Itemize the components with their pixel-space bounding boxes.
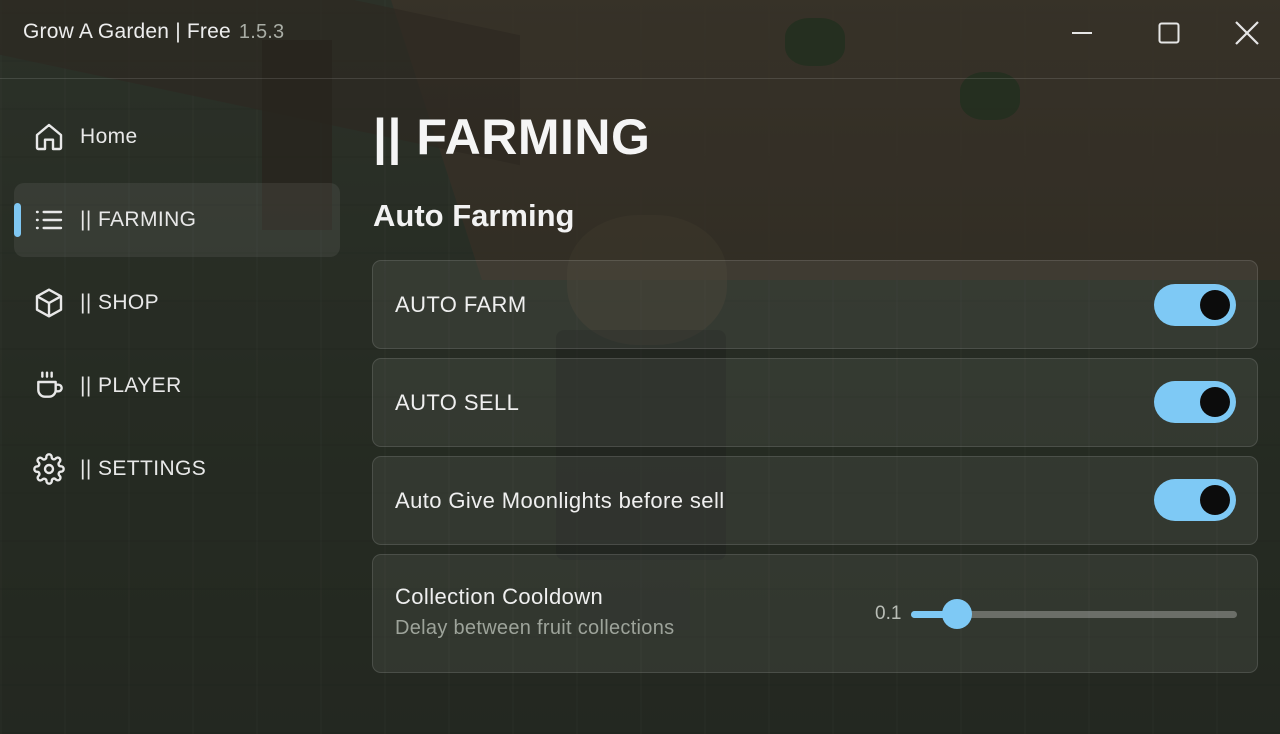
- slider-row-collection-cooldown: Collection Cooldown Delay between fruit …: [372, 554, 1258, 673]
- sidebar-item-farming[interactable]: || FARMING: [14, 183, 340, 257]
- sidebar-item-player[interactable]: || PLAYER: [14, 349, 340, 423]
- toggle-knob: [1200, 387, 1230, 417]
- cube-icon: [32, 286, 66, 320]
- gear-icon: [32, 452, 66, 486]
- toggle-row-auto-give-moonlights: Auto Give Moonlights before sell: [372, 456, 1258, 545]
- minimize-button[interactable]: [1065, 16, 1099, 50]
- sidebar-item-home[interactable]: Home: [14, 100, 340, 174]
- maximize-icon: [1158, 22, 1180, 44]
- app-version: 1.5.3: [238, 21, 285, 43]
- slider-label: Collection Cooldown: [395, 584, 604, 609]
- close-button[interactable]: [1230, 16, 1264, 50]
- close-icon: [1235, 21, 1259, 45]
- collection-cooldown-slider[interactable]: [911, 599, 1237, 629]
- sidebar-item-label: || FARMING: [80, 208, 197, 231]
- toggle-label: AUTO FARM: [395, 292, 527, 317]
- page-title: || FARMING: [373, 109, 651, 165]
- toggle-row-auto-farm: AUTO FARM: [372, 260, 1258, 349]
- sidebar-item-label: || PLAYER: [80, 374, 182, 397]
- slider-description: Delay between fruit collections: [395, 617, 675, 639]
- auto-farm-toggle[interactable]: [1154, 284, 1236, 326]
- auto-give-moonlights-toggle[interactable]: [1154, 479, 1236, 521]
- cup-icon: [32, 369, 66, 403]
- app-name: Grow A Garden | Free: [23, 20, 231, 43]
- home-icon: [32, 120, 66, 154]
- auto-sell-toggle[interactable]: [1154, 381, 1236, 423]
- toggle-row-auto-sell: AUTO SELL: [372, 358, 1258, 447]
- toggle-knob: [1200, 290, 1230, 320]
- slider-thumb[interactable]: [941, 599, 972, 629]
- sidebar: Home || FARMING || SHOP || PLAYER || SET…: [14, 100, 340, 515]
- sidebar-item-shop[interactable]: || SHOP: [14, 266, 340, 340]
- sidebar-item-label: || SETTINGS: [80, 457, 207, 480]
- toggle-label: AUTO SELL: [395, 390, 520, 415]
- sidebar-item-label: Home: [80, 125, 138, 148]
- list-icon: [32, 203, 66, 237]
- section-title: Auto Farming: [373, 198, 575, 233]
- title-bar: Grow A Garden | Free 1.5.3: [0, 0, 1280, 79]
- toggle-knob: [1200, 485, 1230, 515]
- app-title: Grow A Garden | Free 1.5.3: [23, 20, 284, 44]
- sidebar-item-label: || SHOP: [80, 291, 160, 314]
- maximize-button[interactable]: [1152, 16, 1186, 50]
- minimize-icon: [1072, 32, 1092, 34]
- toggle-label: Auto Give Moonlights before sell: [395, 488, 725, 513]
- sidebar-item-settings[interactable]: || SETTINGS: [14, 432, 340, 506]
- slider-value: 0.1: [875, 603, 902, 624]
